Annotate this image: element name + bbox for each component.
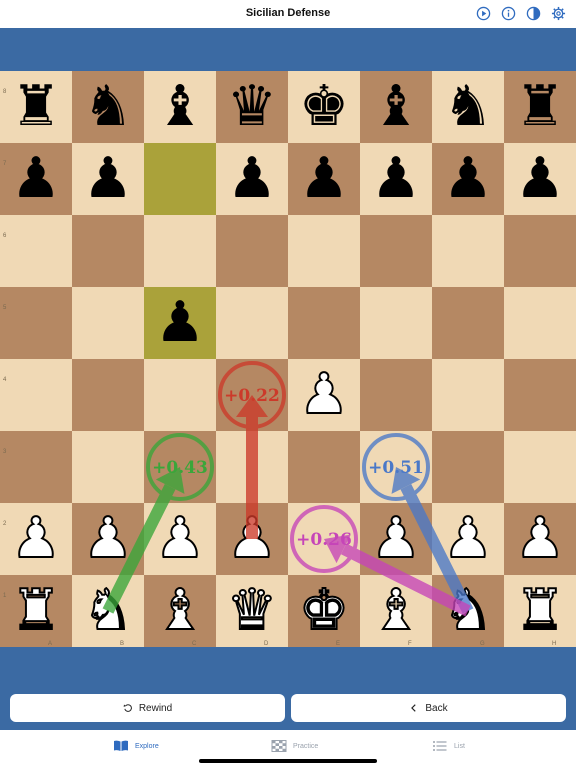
black-piece-f7[interactable]: ♟ xyxy=(360,143,432,215)
square-f6[interactable] xyxy=(360,215,432,287)
black-piece-b7[interactable]: ♟ xyxy=(72,143,144,215)
square-g6[interactable] xyxy=(432,215,504,287)
rank-label: 5 xyxy=(3,305,7,311)
rewind-icon xyxy=(123,704,132,712)
rewind-label: Rewind xyxy=(138,702,173,714)
tab-explore[interactable]: Explore xyxy=(113,740,159,752)
square-e5[interactable] xyxy=(288,287,360,359)
square-f4[interactable] xyxy=(360,359,432,431)
black-piece-c8[interactable]: ♝ xyxy=(144,71,216,143)
white-piece-c1[interactable]: ♝ xyxy=(144,575,216,647)
book-icon xyxy=(114,740,128,751)
white-piece-h2[interactable]: ♟ xyxy=(504,503,576,575)
checkerboard-icon xyxy=(271,740,287,752)
black-piece-h8[interactable]: ♜ xyxy=(504,71,576,143)
black-piece-b8[interactable]: ♞ xyxy=(72,71,144,143)
white-piece-d1[interactable]: ♛ xyxy=(216,575,288,647)
black-piece-d7[interactable]: ♟ xyxy=(216,143,288,215)
square-e2[interactable] xyxy=(288,503,360,575)
square-d3[interactable] xyxy=(216,431,288,503)
square-h3[interactable] xyxy=(504,431,576,503)
black-piece-a7[interactable]: ♟ xyxy=(0,143,72,215)
white-piece-e4[interactable]: ♟ xyxy=(288,359,360,431)
black-piece-e8[interactable]: ♚ xyxy=(288,71,360,143)
square-b5[interactable] xyxy=(72,287,144,359)
rank-label: 6 xyxy=(3,233,7,239)
black-piece-f8[interactable]: ♝ xyxy=(360,71,432,143)
square-g5[interactable] xyxy=(432,287,504,359)
nav-actions xyxy=(476,6,566,21)
white-piece-f2[interactable]: ♟ xyxy=(360,503,432,575)
gear-icon[interactable] xyxy=(551,6,566,21)
square-c4[interactable] xyxy=(144,359,216,431)
white-piece-f1[interactable]: ♝ xyxy=(360,575,432,647)
white-piece-b1[interactable]: ♞ xyxy=(72,575,144,647)
square-d4[interactable] xyxy=(216,359,288,431)
square-d6[interactable] xyxy=(216,215,288,287)
white-piece-a1[interactable]: ♜ xyxy=(0,575,72,647)
square-e3[interactable] xyxy=(288,431,360,503)
white-piece-d2[interactable]: ♟ xyxy=(216,503,288,575)
square-g4[interactable] xyxy=(432,359,504,431)
black-piece-e7[interactable]: ♟ xyxy=(288,143,360,215)
chevron-left-icon xyxy=(411,704,417,712)
square-f3[interactable] xyxy=(360,431,432,503)
square-c7[interactable] xyxy=(144,143,216,215)
square-b4[interactable] xyxy=(72,359,144,431)
square-d5[interactable] xyxy=(216,287,288,359)
back-button[interactable]: Back xyxy=(291,694,566,722)
list-icon xyxy=(433,741,447,751)
rank-label: 3 xyxy=(3,449,7,455)
square-h6[interactable] xyxy=(504,215,576,287)
contrast-icon[interactable] xyxy=(526,6,541,21)
white-piece-a2[interactable]: ♟ xyxy=(0,503,72,575)
square-c6[interactable] xyxy=(144,215,216,287)
chess-board[interactable]: 8 7 6 5 4 3 2 1 A B C D E F G H ♜ ♞ ♝ ♛ ♚ ♝ ♞ ♜ ♟ ♟ ♟ ♟ ♟ ♟ ♟ ♟ ♟ ♟ ♟ ♟ ♟ ♟ ♟ ♟… xyxy=(0,71,576,647)
black-piece-c5[interactable]: ♟ xyxy=(144,287,216,359)
tab-practice-label: Practice xyxy=(293,742,319,750)
navigation-bar: Sicilian Defense xyxy=(0,0,576,28)
square-a5[interactable] xyxy=(0,287,72,359)
play-icon[interactable] xyxy=(476,6,491,21)
white-piece-g1[interactable]: ♞ xyxy=(432,575,504,647)
black-piece-d8[interactable]: ♛ xyxy=(216,71,288,143)
white-piece-g2[interactable]: ♟ xyxy=(432,503,504,575)
rewind-button[interactable]: Rewind xyxy=(10,694,285,722)
board-top-band xyxy=(0,28,576,71)
info-icon[interactable] xyxy=(501,6,516,21)
square-a6[interactable] xyxy=(0,215,72,287)
tab-list-label: List xyxy=(454,742,465,750)
black-piece-h7[interactable]: ♟ xyxy=(504,143,576,215)
white-piece-c2[interactable]: ♟ xyxy=(144,503,216,575)
square-c3[interactable] xyxy=(144,431,216,503)
home-indicator xyxy=(199,759,377,763)
tab-practice[interactable]: Practice xyxy=(271,740,318,752)
white-piece-h1[interactable]: ♜ xyxy=(504,575,576,647)
back-label: Back xyxy=(425,702,448,714)
square-b3[interactable] xyxy=(72,431,144,503)
square-e6[interactable] xyxy=(288,215,360,287)
black-piece-g7[interactable]: ♟ xyxy=(432,143,504,215)
rank-label: 4 xyxy=(3,377,7,383)
square-h4[interactable] xyxy=(504,359,576,431)
black-piece-a8[interactable]: ♜ xyxy=(0,71,72,143)
tab-list[interactable]: List xyxy=(432,740,465,752)
white-piece-e1[interactable]: ♚ xyxy=(288,575,360,647)
white-piece-b2[interactable]: ♟ xyxy=(72,503,144,575)
square-b6[interactable] xyxy=(72,215,144,287)
square-a3[interactable] xyxy=(0,431,72,503)
square-g3[interactable] xyxy=(432,431,504,503)
square-h5[interactable] xyxy=(504,287,576,359)
square-a4[interactable] xyxy=(0,359,72,431)
black-piece-g8[interactable]: ♞ xyxy=(432,71,504,143)
tab-explore-label: Explore xyxy=(135,742,159,750)
square-f5[interactable] xyxy=(360,287,432,359)
